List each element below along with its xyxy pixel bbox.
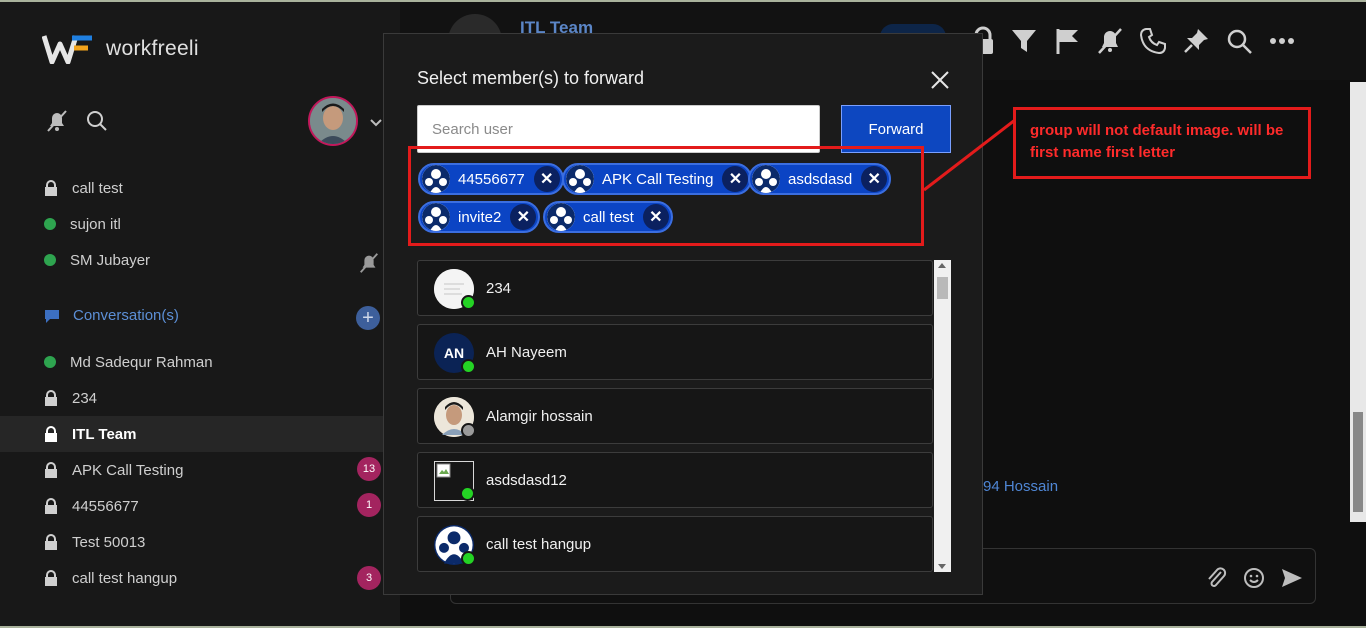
lock-icon <box>45 426 57 442</box>
member-name: asdsdasd12 <box>486 472 567 489</box>
sidebar-item-call-test-hangup[interactable]: call test hangup <box>44 565 177 591</box>
chat-bubble-icon <box>45 309 59 323</box>
sidebar-item-sm-jubayer[interactable]: SM Jubayer <box>44 247 150 273</box>
online-status-dot <box>461 295 476 310</box>
sidebar-item-call-test[interactable]: call test <box>44 175 123 201</box>
brand-name: workfreeli <box>106 37 199 60</box>
member-name: 234 <box>486 280 512 297</box>
lock-icon <box>45 390 57 406</box>
user-photo <box>310 98 356 144</box>
member-avatar: AN <box>434 333 476 374</box>
member-row[interactable]: AN AH Nayeem <box>417 324 933 380</box>
conversations-header[interactable]: Conversation(s) <box>44 307 179 324</box>
member-name: AH Nayeem <box>486 344 567 361</box>
lock-icon <box>45 570 57 586</box>
scrollbar-thumb[interactable] <box>937 277 948 299</box>
sidebar-item-apk-call-testing[interactable]: APK Call Testing <box>44 457 183 483</box>
scroll-up-arrow-icon[interactable] <box>938 263 946 268</box>
sidebar-tools <box>44 108 110 134</box>
sidebar-item-md-sadequr[interactable]: Md Sadequr Rahman <box>44 349 213 375</box>
dialog-title: Select member(s) to forward <box>417 68 645 88</box>
scroll-down-arrow-icon[interactable] <box>938 564 946 569</box>
sidebar-item-label: sujon itl <box>70 215 121 233</box>
close-icon[interactable] <box>929 69 951 91</box>
lock-icon <box>45 498 57 514</box>
sidebar-item-label: ITL Team <box>72 425 137 443</box>
sidebar-item-44556677[interactable]: 44556677 <box>44 493 139 519</box>
sidebar-item-label: Test 50013 <box>72 533 146 551</box>
sidebar-item-label: 44556677 <box>72 497 139 515</box>
sidebar-item-label: APK Call Testing <box>72 461 184 479</box>
search-icon[interactable] <box>84 108 110 134</box>
message-sender-fragment[interactable]: 94 Hossain <box>983 478 1058 495</box>
lock-icon <box>45 534 57 550</box>
sidebar-item-label: 234 <box>72 389 98 407</box>
member-name: call test hangup <box>486 536 592 553</box>
phone-icon[interactable] <box>1138 26 1168 56</box>
annotation-highlight-box <box>408 146 924 246</box>
sidebar-item-itl-team[interactable]: ITL Team <box>0 416 400 452</box>
unread-badge: 13 <box>357 457 381 481</box>
sidebar: workfreeli call test sujon itl SM Jubaye… <box>0 2 400 628</box>
member-avatar <box>434 461 475 501</box>
online-status-dot <box>44 218 56 230</box>
forward-dialog: Select member(s) to forward Forward 4455… <box>383 33 983 595</box>
member-row[interactable]: 234 <box>417 260 933 316</box>
sidebar-item-label: call test hangup <box>72 569 178 587</box>
more-options-icon[interactable] <box>1267 26 1297 56</box>
sidebar-item-234[interactable]: 234 <box>44 385 97 411</box>
offline-status-dot <box>461 423 476 438</box>
header-toolbar <box>970 26 1297 56</box>
add-conversation-button[interactable]: + <box>356 306 380 330</box>
scrollbar-thumb[interactable] <box>1353 412 1363 512</box>
member-row[interactable]: asdsdasd12 <box>417 452 933 508</box>
sidebar-item-test-50013[interactable]: Test 50013 <box>44 529 145 555</box>
attachment-icon[interactable] <box>1204 566 1228 590</box>
filter-icon[interactable] <box>1009 26 1039 56</box>
member-avatar <box>434 397 476 438</box>
member-list[interactable]: 234 AN AH Nayeem Alamgir hossain asdsdas… <box>417 260 951 572</box>
muted-bell-icon <box>360 253 378 273</box>
emoji-icon[interactable] <box>1242 566 1266 590</box>
sidebar-item-sujon-itl[interactable]: sujon itl <box>44 211 121 237</box>
sidebar-item-label: call test <box>72 179 123 197</box>
member-avatar <box>434 525 476 566</box>
online-status-dot <box>461 359 476 374</box>
member-name: Alamgir hossain <box>486 408 593 425</box>
unread-badge: 1 <box>357 493 381 517</box>
unread-badge: 3 <box>357 566 381 590</box>
member-row[interactable]: Alamgir hossain <box>417 388 933 444</box>
send-icon[interactable] <box>1280 566 1304 590</box>
pin-icon[interactable] <box>1181 26 1211 56</box>
online-status-dot <box>44 254 56 266</box>
online-status-dot <box>461 551 476 566</box>
conversations-label: Conversation(s) <box>73 307 179 324</box>
lock-icon <box>45 462 57 478</box>
search-icon[interactable] <box>1224 26 1254 56</box>
member-avatar <box>434 269 476 310</box>
broken-image-icon <box>436 463 451 478</box>
user-avatar[interactable] <box>308 96 358 146</box>
chevron-down-icon[interactable] <box>368 114 384 130</box>
sidebar-item-label: Md Sadequr Rahman <box>70 353 213 371</box>
lock-icon <box>45 180 57 196</box>
online-status-dot <box>460 486 475 501</box>
app-logo: workfreeli <box>42 34 199 64</box>
online-status-dot <box>44 356 56 368</box>
flag-icon[interactable] <box>1052 26 1082 56</box>
composer-tools <box>1204 566 1304 590</box>
sidebar-item-label: SM Jubayer <box>70 251 151 269</box>
member-list-scrollbar[interactable] <box>934 260 951 572</box>
member-row[interactable]: call test hangup <box>417 516 933 572</box>
avatar-initials: AN <box>443 345 465 361</box>
mute-notifications-icon[interactable] <box>1095 26 1125 56</box>
annotation-note: group will not default image. will be fi… <box>1013 107 1311 179</box>
mute-notifications-icon[interactable] <box>44 108 70 134</box>
workfreeli-logo-icon <box>42 35 92 64</box>
main-scrollbar[interactable] <box>1350 82 1366 522</box>
